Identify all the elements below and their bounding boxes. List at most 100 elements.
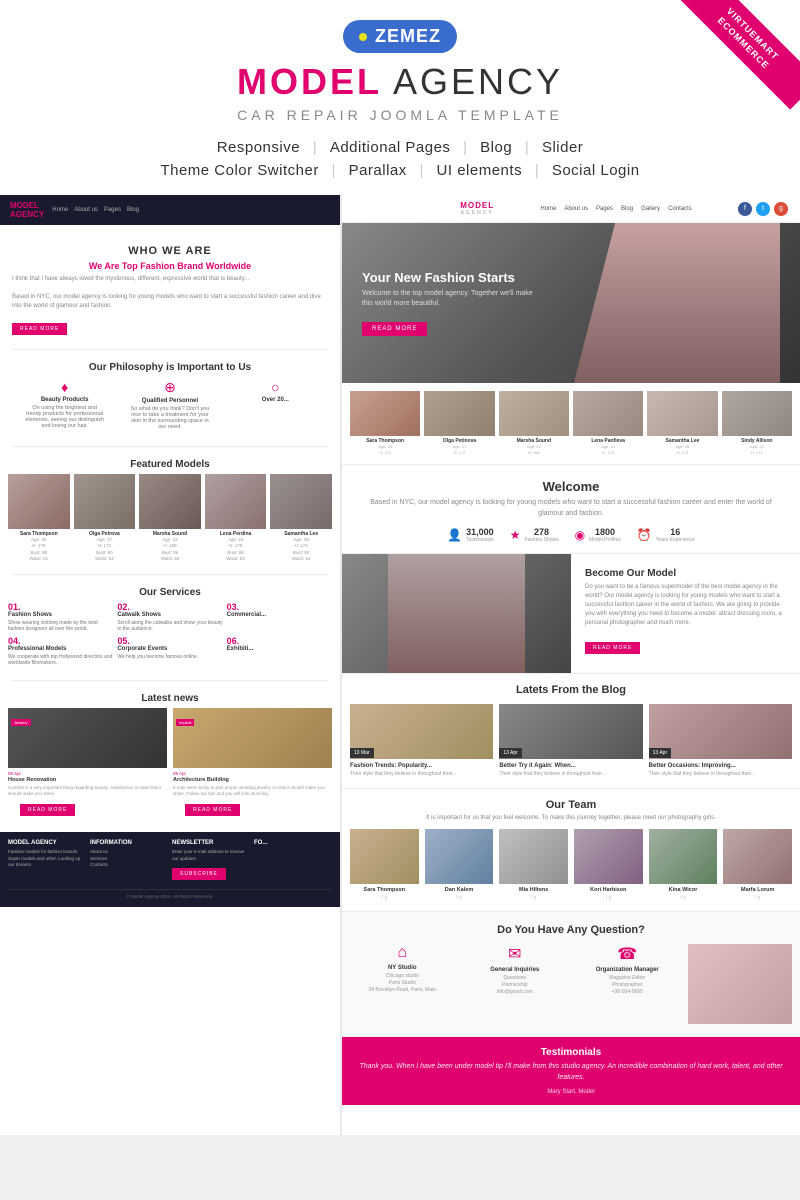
team-social-5: f g	[649, 895, 718, 901]
list-item: Olga Petrova Age: 27H: 172Bust: 90Waist:…	[74, 474, 136, 562]
features-row-1: Responsive | Additional Pages | Blog | S…	[0, 139, 800, 156]
rp-hero-title: Your New Fashion Starts	[362, 270, 533, 285]
rp-team-grid: Sara Thompson f g Dan Kalem f g Mia Hilt…	[350, 829, 792, 901]
lp-readmore-btn[interactable]: READ MORE	[12, 323, 67, 335]
news-text-2: It may seem tricky to pick proper weddin…	[173, 785, 332, 798]
question-item-studio: ⌂ NY Studio Chicago studioParis Studio34…	[350, 944, 455, 1024]
lp-footer-grid: MODEL AGENCY Fashion models for fashion …	[8, 840, 332, 884]
zemez-logo[interactable]: ZEMEZ	[343, 20, 457, 53]
subscribe-btn[interactable]: SUBSCRIBE	[172, 868, 226, 880]
service-num-5: 05.	[117, 636, 222, 646]
lp-models-grid: Sara Thompson Age: 25H: 170Bust: 88Waist…	[0, 474, 340, 568]
lp-nav-about[interactable]: About us	[74, 207, 98, 213]
model-profiles-icon: ◉	[575, 528, 585, 542]
team-social-6: f g	[723, 895, 792, 901]
news-badge-2: Implicit	[176, 719, 194, 726]
list-item: Kina Wicor f g	[649, 829, 718, 901]
feature-slider: Slider	[542, 139, 583, 156]
rp-team-title: Our Team	[350, 799, 792, 811]
blog-text-2: Their style that they believe in through…	[499, 771, 642, 778]
rp-model-img-5	[647, 391, 717, 436]
stat-fashion-shows: ★ 278 Fashion Shows	[510, 527, 559, 543]
lp-philosophy-title: Our Philosophy is Important to Us	[12, 362, 328, 373]
list-item: Marsha Sound Age: 22H: 168	[499, 391, 569, 456]
list-item: Implicit 08 Apr Architecture Building It…	[173, 708, 332, 824]
news-image-2: Implicit	[173, 708, 332, 768]
lp-who-title: WHO WE ARE	[0, 235, 340, 261]
q-label-studio: NY Studio	[350, 965, 455, 971]
corner-ribbon: VIRTUEMART ECOMMERCE	[670, 0, 800, 130]
rp-model-img-1	[350, 391, 420, 436]
rp-blog-title: Latets From the Blog	[350, 684, 792, 696]
lp-nav-pages[interactable]: Pages	[104, 207, 121, 213]
become-person-silhouette	[388, 554, 525, 673]
team-avatar-4	[574, 829, 643, 884]
list-item: Dan Kalem f g	[425, 829, 494, 901]
stat-experience: ⏰ 16 Years Experience	[637, 527, 695, 543]
q-label-inquiries: General Inquiries	[463, 967, 568, 973]
news-readmore-btn-2[interactable]: READ MORE	[185, 804, 240, 816]
service-name-4: Professional Models	[8, 646, 113, 652]
lp-navbar: MODELAGENCY Home About us Pages Blog	[0, 195, 340, 225]
rp-become-btn[interactable]: READ MORE	[585, 642, 640, 654]
service-name-3: Commercial...	[227, 612, 332, 618]
lp-phil-beauty-text: On using the brightest and trendy produc…	[25, 405, 105, 429]
rp-welcome-title: Welcome	[362, 479, 780, 494]
lp-news-title: Latest news	[0, 687, 340, 708]
stat-label-3: Model Profiles	[589, 537, 621, 543]
rp-model-info-3: Age: 22H: 168	[499, 444, 569, 456]
list-item: Olga Petinova Age: 27H: 172	[424, 391, 494, 456]
lp-nav-items: Home About us Pages Blog	[52, 207, 139, 213]
rp-logo: MODEL AGENCY	[460, 201, 494, 216]
service-num-4: 04.	[8, 636, 113, 646]
become-model-image	[342, 554, 571, 673]
list-item: Jewelry 05 Apr House Renovation Comfort …	[8, 708, 167, 824]
blog-text-3: Their style that they believe in through…	[649, 771, 792, 778]
rp-test-quote: Thank you. When I have been under model …	[350, 1062, 792, 1083]
lp-who-section: WHO WE ARE We Are Top Fashion Brand Worl…	[0, 225, 340, 343]
lp-nav-home[interactable]: Home	[52, 207, 68, 213]
twitter-icon[interactable]: t	[756, 202, 770, 216]
rp-hero-content: Your New Fashion Starts Welcome to the t…	[342, 250, 553, 356]
list-item: Sindy Allison Age: 23H: 171	[722, 391, 792, 456]
rp-model-img-4	[573, 391, 643, 436]
testimonials-icon: 👤	[447, 528, 462, 542]
rp-nav-pages[interactable]: Pages	[596, 206, 613, 212]
rp-nav-blog[interactable]: Blog	[621, 206, 633, 212]
list-item: Mia Hiltons f g	[499, 829, 568, 901]
rp-model-info-6: Age: 23H: 171	[722, 444, 792, 456]
list-item: 13 Apr Better Occasions: Improving... Th…	[649, 704, 792, 778]
rp-nav-contacts[interactable]: Contacts	[668, 206, 692, 212]
model-image-5	[270, 474, 332, 529]
feature-blog: Blog	[480, 139, 512, 156]
googleplus-icon[interactable]: g	[774, 202, 788, 216]
news-readmore-btn-1[interactable]: READ MORE	[20, 804, 75, 816]
rp-hero-btn[interactable]: READ MORE	[362, 322, 427, 336]
lp-who-text: I think that I have always loved the mys…	[0, 275, 340, 317]
rp-nav-gallery[interactable]: Gallery	[641, 206, 660, 212]
rp-nav-icons: f t g	[738, 202, 788, 216]
rp-logo-sub: AGENCY	[460, 210, 494, 216]
feature-additional-pages: Additional Pages	[330, 139, 451, 156]
footer-col-title-4: FO...	[254, 840, 332, 846]
hero-model-image	[574, 223, 780, 383]
news-headline-1: House Renovation	[8, 777, 167, 783]
team-avatar-6	[723, 829, 792, 884]
stat-model-profiles: ◉ 1800 Model Profiles	[575, 527, 621, 543]
rp-model-img-6	[722, 391, 792, 436]
blog-date-2: 13 Apr	[499, 748, 521, 758]
ribbon-label: VIRTUEMART ECOMMERCE	[677, 0, 800, 110]
rp-nav-home[interactable]: Home	[540, 206, 556, 212]
question-item-org: ☎ Organization Manager Magazine EditorPh…	[575, 944, 680, 1024]
lp-footer: MODEL AGENCY Fashion models for fashion …	[0, 832, 340, 908]
service-name-5: Corporate Events	[117, 646, 222, 652]
lp-footer-col-4: FO...	[254, 840, 332, 884]
stat-num-3: 1800	[589, 527, 621, 537]
lp-nav-blog[interactable]: Blog	[127, 207, 139, 213]
lp-news-grid: Jewelry 05 Apr House Renovation Comfort …	[0, 708, 340, 832]
service-num-2: 02.	[117, 602, 222, 612]
rp-nav-about[interactable]: About us	[564, 206, 588, 212]
lp-phil-qualified: ⊕ Qualified Personnel So what do you thi…	[130, 379, 210, 430]
feature-ui-elements: UI elements	[437, 162, 523, 179]
facebook-icon[interactable]: f	[738, 202, 752, 216]
